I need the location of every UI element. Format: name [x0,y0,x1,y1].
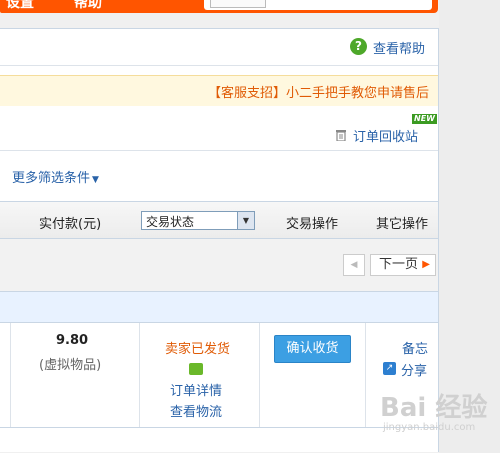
watermark-url: jingyan.baidu.com [383,422,476,433]
more-filters-toggle[interactable]: 更多筛选条件 ▼ [12,167,99,186]
filter-row: 更多筛选条件 ▼ [0,151,438,202]
view-help-link[interactable]: 查看帮助 [373,38,425,57]
help-row: ? 查看帮助 [0,28,438,66]
column-divider [365,323,366,427]
column-divider [139,323,140,427]
arrow-right-icon: ▶ [422,259,430,270]
view-logistics-link[interactable]: 查看物流 [170,401,222,420]
column-divider [259,323,260,427]
watermark-logo: Bai 经验 [380,393,488,423]
recycle-bin-row: 订单回收站 NEW [0,106,438,151]
search-box[interactable] [204,0,432,10]
order-detail-link[interactable]: 订单详情 [170,380,222,399]
memo-link[interactable]: 备忘 [402,338,428,357]
header-other-operation: 其它操作 [376,217,429,232]
pager-row: ◀ 下一页 ▶ [0,239,438,292]
more-filters-label: 更多筛选条件 [12,171,91,186]
next-page-label: 下一页 [379,257,419,272]
order-recycle-bin-link[interactable]: 订单回收站 [353,126,418,145]
trade-status-select[interactable]: 交易状态 ▼ [141,211,255,230]
dropdown-arrow-icon[interactable]: ▼ [237,212,254,229]
topbar-link-help[interactable]: 帮助 [74,0,102,12]
column-divider [10,323,11,427]
chat-icon[interactable] [189,363,203,375]
paid-amount: 9.80 [56,333,89,348]
caret-down-icon: ▼ [92,175,99,185]
trade-status-value: 交易状态 [146,215,195,229]
order-header-strip [0,292,438,323]
prev-page-button[interactable]: ◀ [343,254,365,276]
table-header: 实付款(元) 交易状态 ▼ 交易操作 其它操作 [0,202,438,239]
confirm-receipt-button[interactable]: 确认收货 [274,335,351,363]
customer-service-notice: 【客服支招】小二手把手教您申请售后 [0,75,438,107]
page-background-right [439,0,500,453]
trash-icon [336,130,346,141]
share-link[interactable]: 分享 [401,360,427,379]
question-icon[interactable]: ? [350,38,367,55]
header-paid-amount: 实付款(元) [39,217,102,232]
top-navigation-bar: 设置 帮助 [0,0,438,13]
notice-link[interactable]: 【客服支招】小二手把手教您申请售后 [208,82,429,101]
search-type-select[interactable] [210,0,266,8]
virtual-goods-note: (虚拟物品) [39,358,102,373]
topbar-link-settings[interactable]: 设置 [6,0,34,12]
new-badge: NEW [412,114,437,124]
order-status: 卖家已发货 [165,342,231,357]
share-icon[interactable]: ↗ [383,362,396,375]
next-page-button[interactable]: 下一页 ▶ [370,254,436,276]
header-trade-operation: 交易操作 [286,217,339,232]
order-row: 9.80 (虚拟物品) 卖家已发货 订单详情 查看物流 确认收货 备忘 ↗ 分享 [0,323,438,428]
